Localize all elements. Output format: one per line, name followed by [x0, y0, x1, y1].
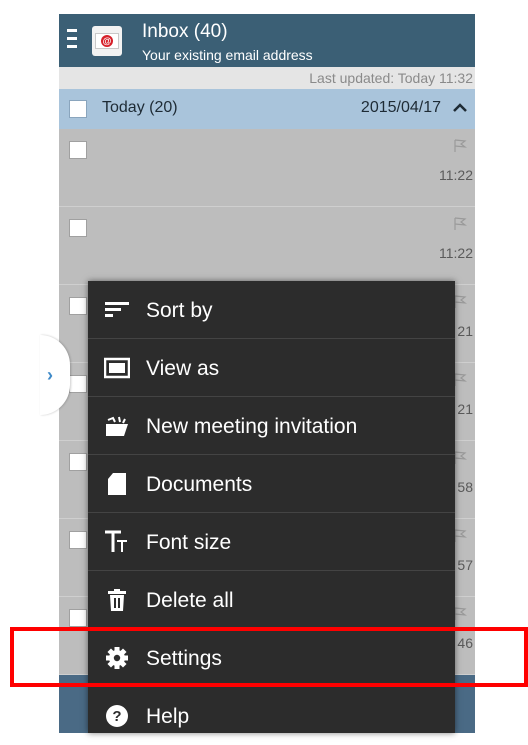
menu-item-label: Delete all: [146, 589, 234, 612]
help-icon: ?: [106, 705, 128, 727]
menu-item-help[interactable]: ? Help: [88, 687, 455, 745]
mail-time: 11:22: [439, 167, 473, 183]
mail-select-checkbox[interactable]: [69, 297, 87, 315]
menu-item-label: Sort by: [146, 299, 213, 322]
settings-highlight-box: [10, 627, 528, 687]
flag-icon[interactable]: [453, 295, 467, 309]
last-updated-bar: Last updated: Today 11:32: [59, 67, 475, 89]
inbox-title: Inbox (40): [142, 21, 228, 42]
flag-icon[interactable]: [453, 451, 467, 465]
meeting-invitation-icon: [106, 416, 128, 436]
menu-item-sort-by[interactable]: Sort by: [88, 281, 455, 339]
menu-item-label: View as: [146, 357, 220, 380]
menu-item-new-meeting-invitation[interactable]: New meeting invitation: [88, 397, 455, 455]
mail-time: 57: [457, 557, 473, 573]
mail-select-checkbox[interactable]: [69, 609, 87, 627]
flag-icon[interactable]: [453, 607, 467, 621]
menu-item-font-size[interactable]: Font size: [88, 513, 455, 571]
mail-time: 11:22: [439, 245, 473, 261]
mail-select-checkbox[interactable]: [69, 219, 87, 237]
document-icon: [108, 473, 126, 495]
menu-item-label: New meeting invitation: [146, 415, 358, 438]
flag-icon[interactable]: [453, 529, 467, 543]
mail-select-checkbox[interactable]: [69, 531, 87, 549]
font-size-icon: [105, 530, 127, 552]
group-date: 2015/04/17: [360, 99, 441, 116]
mail-time: 21: [457, 323, 473, 339]
menu-item-documents[interactable]: Documents: [88, 455, 455, 513]
menu-item-label: Font size: [146, 531, 232, 554]
mail-row[interactable]: 11:22: [59, 129, 475, 207]
svg-text:?: ?: [112, 708, 121, 725]
app-header: @ Inbox (40) Your existing email address: [59, 14, 475, 67]
last-updated-text: Last updated: Today 11:32: [309, 70, 473, 86]
mail-row[interactable]: 11:22: [59, 207, 475, 285]
chevron-up-icon[interactable]: [453, 101, 467, 115]
mail-select-checkbox[interactable]: [69, 141, 87, 159]
group-label: Today (20): [102, 99, 178, 116]
account-subtitle: Your existing email address: [142, 47, 313, 63]
view-as-icon: [104, 357, 130, 379]
menu-item-delete-all[interactable]: Delete all: [88, 571, 455, 629]
date-group-header[interactable]: Today (20) 2015/04/17: [59, 89, 475, 129]
menu-item-label: Documents: [146, 473, 253, 496]
mail-select-checkbox[interactable]: [69, 453, 87, 471]
hamburger-menu-icon[interactable]: [67, 29, 77, 53]
group-select-checkbox[interactable]: [69, 100, 87, 118]
flag-icon[interactable]: [453, 139, 467, 153]
trash-icon: [108, 589, 126, 611]
menu-item-view-as[interactable]: View as: [88, 339, 455, 397]
mail-time: 58: [457, 479, 473, 495]
sort-icon: [105, 302, 129, 317]
email-app-icon: @: [92, 26, 122, 56]
flag-icon[interactable]: [453, 373, 467, 387]
mail-select-checkbox[interactable]: [69, 375, 87, 393]
mail-time: 21: [457, 401, 473, 417]
chevron-right-icon: ›: [47, 365, 53, 385]
menu-item-label: Help: [146, 705, 190, 728]
flag-icon[interactable]: [453, 217, 467, 231]
